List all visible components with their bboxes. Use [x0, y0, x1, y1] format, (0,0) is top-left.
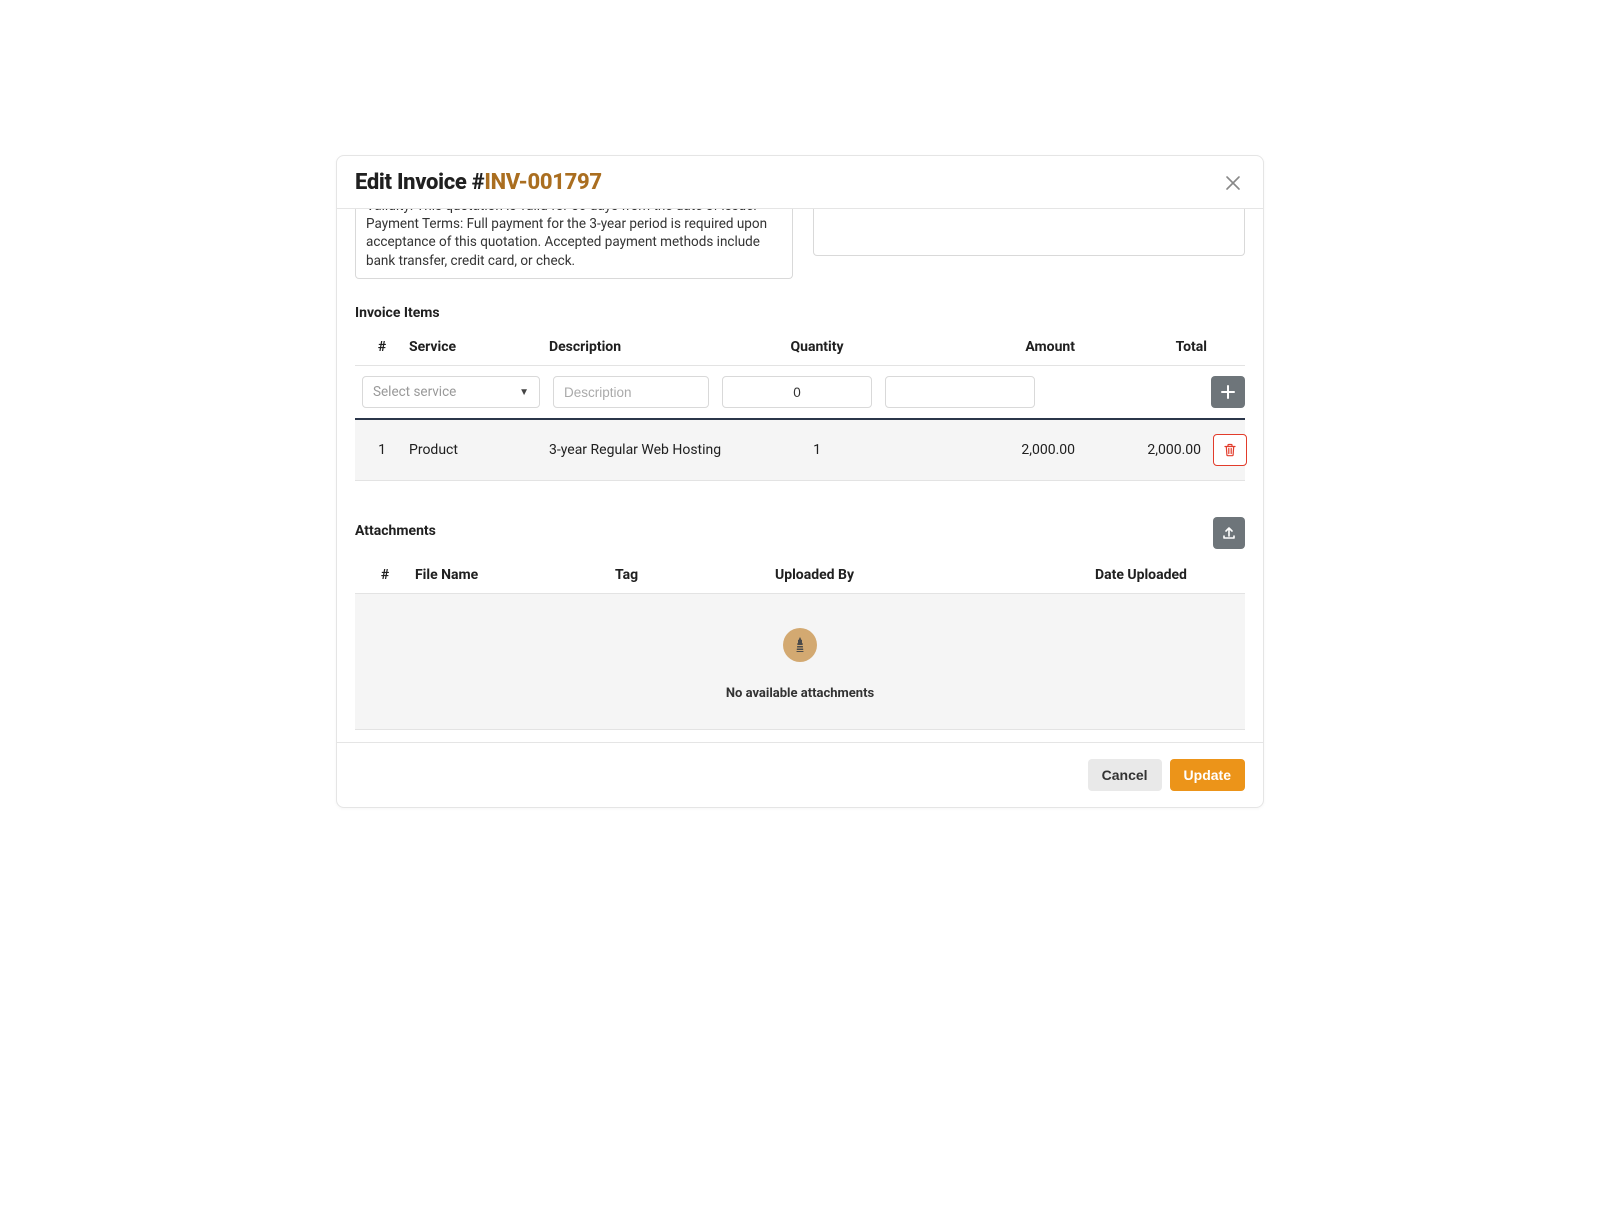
edit-invoice-modal: Edit Invoice #INV-001797 Validity: This …: [336, 155, 1264, 808]
col-quantity: Quantity: [749, 339, 885, 355]
col-description: Description: [549, 339, 749, 355]
empty-text: No available attachments: [726, 686, 874, 701]
terms-text: Validity: This quotation is valid for 30…: [366, 209, 782, 270]
attachments-columns: # File Name Tag Uploaded By Date Uploade…: [355, 557, 1245, 594]
right-textarea[interactable]: [813, 209, 1245, 256]
modal-body: Validity: This quotation is valid for 30…: [337, 209, 1263, 742]
delete-item-button[interactable]: [1213, 434, 1247, 466]
add-item-row: Select service ▼: [355, 366, 1245, 420]
plus-icon: [1220, 384, 1236, 400]
modal-footer: Cancel Update: [337, 742, 1263, 807]
invoice-id: INV-001797: [484, 170, 601, 195]
modal-header: Edit Invoice #INV-001797: [337, 156, 1263, 209]
terms-textarea[interactable]: Validity: This quotation is valid for 30…: [355, 209, 793, 279]
update-button[interactable]: Update: [1170, 759, 1245, 791]
acol-tag: Tag: [615, 567, 775, 583]
service-select-placeholder: Select service: [373, 384, 456, 400]
items-header-row: # Service Description Quantity Amount To…: [355, 331, 1245, 366]
amount-input[interactable]: [885, 376, 1035, 408]
chevron-down-icon: ▼: [519, 387, 529, 398]
add-item-button[interactable]: [1211, 376, 1245, 408]
item-idx: 1: [355, 442, 409, 458]
item-amount: 2,000.00: [885, 442, 1075, 458]
acol-uploaded-by: Uploaded By: [775, 567, 995, 583]
upload-icon: [1221, 525, 1237, 541]
item-description: 3-year Regular Web Hosting: [549, 442, 749, 458]
attachments-empty: No available attachments: [355, 594, 1245, 730]
col-total: Total: [1075, 339, 1207, 355]
attachments-label: Attachments: [355, 523, 436, 539]
top-row: Validity: This quotation is valid for 30…: [355, 209, 1245, 279]
trash-icon: [1223, 443, 1237, 457]
lighthouse-icon: [783, 628, 817, 662]
col-service: Service: [409, 339, 549, 355]
attachments-header-row: Attachments: [355, 517, 1245, 549]
upload-attachment-button[interactable]: [1213, 517, 1245, 549]
col-hash: #: [355, 339, 409, 355]
col-amount: Amount: [885, 339, 1075, 355]
acol-hash: #: [355, 567, 415, 583]
service-select[interactable]: Select service ▼: [362, 376, 540, 408]
item-row: 1 Product 3-year Regular Web Hosting 1 2…: [355, 420, 1245, 481]
description-input[interactable]: [553, 376, 709, 408]
title-prefix: Edit Invoice #: [355, 170, 484, 195]
cancel-button[interactable]: Cancel: [1088, 759, 1162, 791]
close-button[interactable]: [1221, 171, 1245, 195]
modal-title: Edit Invoice #INV-001797: [355, 170, 602, 195]
acol-filename: File Name: [415, 567, 615, 583]
acol-date-uploaded: Date Uploaded: [995, 567, 1245, 583]
item-service: Product: [409, 442, 549, 458]
invoice-items-label: Invoice Items: [355, 305, 1245, 321]
close-icon: [1225, 175, 1241, 191]
item-total: 2,000.00: [1075, 442, 1207, 458]
item-quantity: 1: [749, 442, 885, 458]
quantity-input[interactable]: [722, 376, 872, 408]
